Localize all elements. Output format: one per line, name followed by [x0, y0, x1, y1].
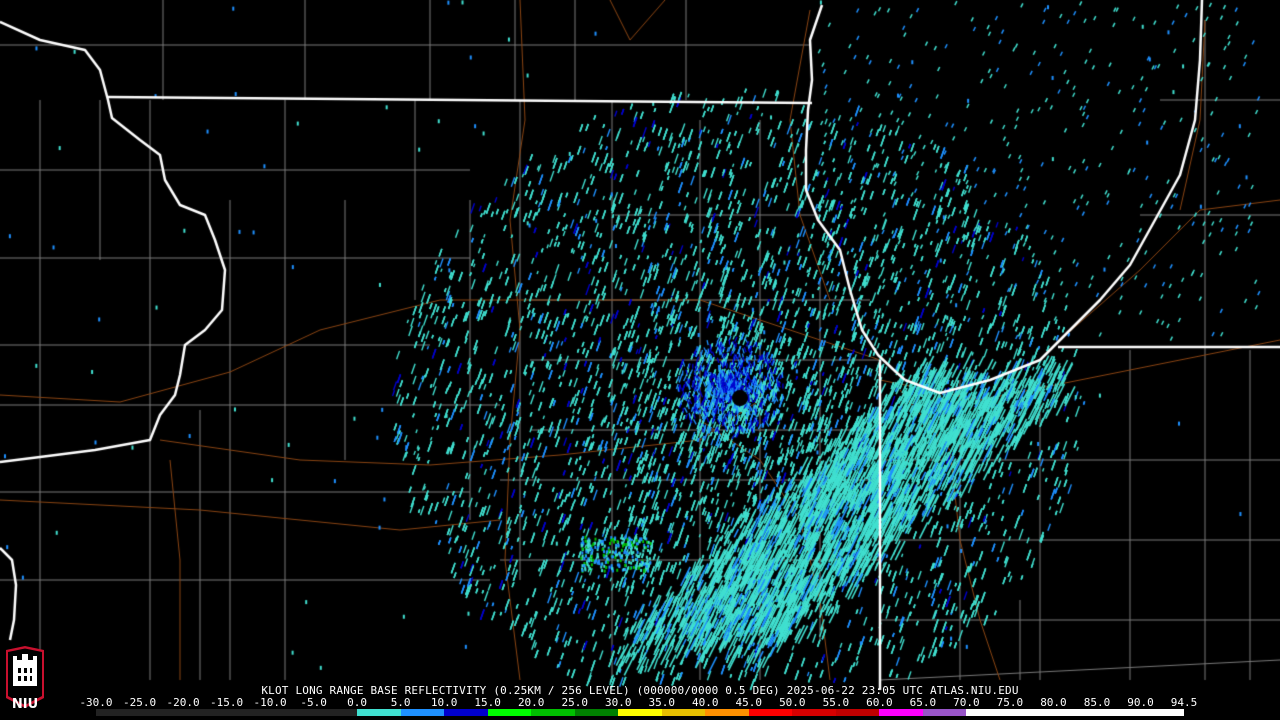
colorbar-label: 45.0 — [735, 696, 763, 709]
colorbar-label: -10.0 — [253, 696, 287, 709]
colorbar-label: 75.0 — [996, 696, 1024, 709]
colorbar-segment — [1009, 709, 1054, 716]
logo-text: NIU — [11, 697, 39, 712]
colorbar-segment — [792, 709, 836, 716]
colorbar-segment — [1096, 709, 1141, 716]
colorbar-label: 30.0 — [604, 696, 632, 709]
colorbar-label: 94.5 — [1170, 696, 1198, 709]
colorbar-label: 60.0 — [866, 696, 893, 709]
colorbar-segment — [705, 709, 749, 716]
colorbar-label: -5.0 — [300, 696, 327, 709]
colorbar-segment — [835, 709, 880, 716]
colorbar-segment — [574, 709, 619, 716]
reflectivity-colorbar — [96, 709, 1184, 716]
colorbar-segment — [270, 709, 314, 716]
colorbar-label: 85.0 — [1083, 696, 1111, 709]
colorbar-label: 80.0 — [1040, 696, 1067, 709]
colorbar-label: 25.0 — [561, 696, 588, 709]
colorbar-labels: -30.0 -25.0 -20.0 -15.0 -10.0 -5.0 0.0 5.0 10.0 1… — [79, 696, 1197, 709]
colorbar-segment — [966, 709, 1010, 716]
colorbar-label: -20.0 — [166, 696, 200, 709]
colorbar-label: 10.0 — [430, 696, 458, 709]
colorbar-segment — [139, 709, 184, 716]
colorbar-label: 90.0 — [1127, 696, 1154, 709]
colorbar-segment — [444, 709, 488, 716]
colorbar-label: 5.0 — [390, 696, 411, 709]
colorbar-segment — [879, 709, 923, 716]
colorbar-segment — [487, 709, 532, 716]
colorbar-label: 55.0 — [822, 696, 850, 709]
colorbar-segment — [183, 709, 227, 716]
colorbar-label: 70.0 — [953, 696, 980, 709]
colorbar-segment — [922, 709, 967, 716]
colorbar-segment — [531, 709, 575, 716]
colorbar-segment — [748, 709, 793, 716]
niu-logo: NIU — [4, 646, 46, 716]
colorbar-segment — [226, 709, 271, 716]
colorbar-label: 20.0 — [517, 696, 545, 709]
colorbar-segment — [1053, 709, 1097, 716]
colorbar-segment — [96, 709, 140, 716]
colorbar-label: -30.0 — [79, 696, 113, 709]
colorbar-segment — [1140, 709, 1184, 716]
colorbar-segment — [357, 709, 401, 716]
colorbar-segment — [618, 709, 662, 716]
colorbar-segment — [400, 709, 445, 716]
colorbar-label: 50.0 — [779, 696, 806, 709]
colorbar-label: 65.0 — [909, 696, 937, 709]
colorbar-label: -15.0 — [209, 696, 244, 709]
colorbar-segment — [661, 709, 706, 716]
colorbar-label: 40.0 — [692, 696, 719, 709]
colorbar-label: 15.0 — [474, 696, 501, 709]
colorbar-segment — [313, 709, 358, 716]
colorbar-label: -25.0 — [122, 696, 157, 709]
colorbar-label: 0.0 — [347, 696, 368, 709]
radar-map — [0, 0, 1280, 720]
scan-timestamp: 2025-06-22 23:05 UTC — [786, 684, 924, 697]
colorbar-label: 35.0 — [648, 696, 676, 709]
